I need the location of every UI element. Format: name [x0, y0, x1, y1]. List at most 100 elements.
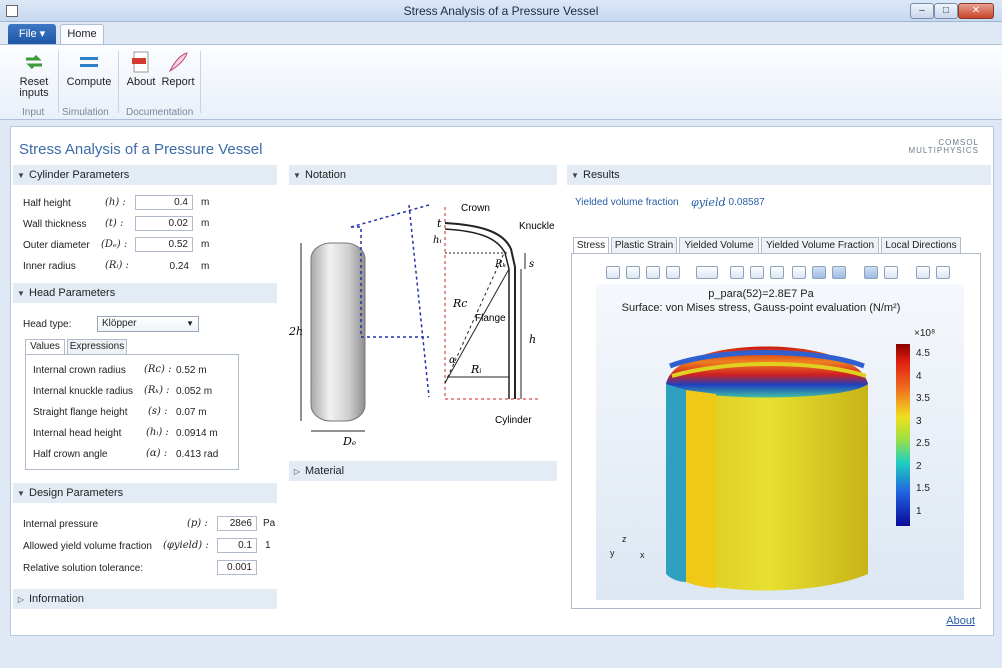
knuckle-radius-label: Internal knuckle radius	[33, 386, 134, 397]
internal-pressure-label: Internal pressure	[23, 519, 99, 530]
tab-stress[interactable]: Stress	[573, 237, 609, 254]
flange-height-label: Straight flange height	[33, 407, 128, 418]
plot-title-line2: Surface: von Mises stress, Gauss-point e…	[621, 302, 901, 314]
tab-values[interactable]: Values	[25, 339, 65, 355]
half-height-input[interactable]: 0.4	[135, 195, 193, 210]
home-tab[interactable]: Home	[60, 24, 104, 44]
tab-plastic-strain[interactable]: Plastic Strain	[611, 237, 677, 254]
results-header-label: Results	[583, 169, 620, 181]
stress-plot-panel: p_para(52)=2.8E7 Pa Surface: von Mises s…	[571, 253, 981, 609]
scene-light-icon[interactable]	[792, 266, 806, 279]
zoom-extents-icon[interactable]	[666, 266, 680, 279]
label-rc: Rc	[452, 297, 467, 310]
material-header-label: Material	[305, 465, 345, 477]
report-button[interactable]: Report	[160, 51, 196, 88]
zoom-in-icon[interactable]	[606, 266, 620, 279]
print-icon[interactable]	[936, 266, 950, 279]
copy-icon[interactable]	[884, 266, 898, 279]
yield-volume-symbol: φyield	[691, 196, 726, 209]
legend-tick: 2	[916, 460, 922, 472]
information-header-label: Information	[29, 593, 85, 605]
collapse-triangle-icon: ▼	[17, 171, 25, 180]
label-t: t	[437, 217, 442, 230]
head-height-label: Internal head height	[33, 428, 122, 439]
yield-volume-label: Yielded volume fraction	[575, 197, 679, 208]
yield-fraction-unit: 1	[265, 540, 271, 551]
results-header[interactable]: ▼ Results	[567, 165, 991, 185]
legend-tick: 4	[916, 370, 922, 382]
internal-pressure-input[interactable]: 28e6	[217, 516, 257, 531]
zoom-box-icon[interactable]	[646, 266, 660, 279]
color-legend: ×10⁸ 4.5 4 3.5 3 2.5 2 1.5 1	[896, 328, 956, 528]
maximize-button[interactable]: □	[934, 3, 958, 19]
wall-thickness-input[interactable]: 0.02	[135, 216, 193, 231]
tab-yielded-volume-fraction[interactable]: Yielded Volume Fraction	[761, 237, 879, 254]
view-zx-icon[interactable]	[770, 266, 784, 279]
zoom-out-icon[interactable]	[626, 266, 640, 279]
internal-pressure-unit: Pa	[263, 518, 276, 529]
tab-yielded-volume[interactable]: Yielded Volume	[679, 237, 759, 254]
dropdown-arrow-icon: ▼	[186, 319, 194, 328]
flange-height-value: 0.07 m	[176, 407, 207, 418]
compute-button[interactable]: Compute	[64, 51, 114, 88]
window-title: Stress Analysis of a Pressure Vessel	[403, 4, 599, 18]
group-input-label: Input	[22, 107, 45, 118]
expand-triangle-icon: ▷	[293, 467, 301, 476]
crown-radius-value: 0.52 m	[176, 365, 207, 376]
legend-tick: 3.5	[916, 393, 930, 404]
pdf-document-icon	[132, 51, 149, 73]
legend-color-bar	[896, 344, 910, 526]
crown-angle-symbol: (α) :	[146, 448, 168, 459]
window-title-bar: Stress Analysis of a Pressure Vessel – □…	[0, 0, 1002, 22]
yield-volume-value: : 0.08587	[723, 197, 765, 208]
about-link[interactable]: About	[946, 615, 975, 627]
head-parameters-header[interactable]: ▼ Head Parameters	[13, 283, 277, 303]
close-button[interactable]: ✕	[958, 3, 994, 19]
reset-inputs-button[interactable]: Reset inputs	[14, 51, 54, 99]
notation-diagram: 2h Dₑ Crown Knuckle Flange Cylinder t hᵢ…	[289, 203, 555, 448]
minimize-button[interactable]: –	[910, 3, 934, 19]
render-wireframe-icon[interactable]	[812, 266, 826, 279]
collapse-triangle-icon: ▼	[293, 171, 301, 180]
axis-triad: z y x	[610, 534, 650, 568]
view-xy-icon[interactable]	[730, 266, 744, 279]
label-h: h	[529, 333, 536, 346]
label-hi: hᵢ	[433, 235, 441, 246]
tab-local-directions[interactable]: Local Directions	[881, 237, 961, 254]
group-simulation-label: Simulation	[62, 107, 109, 118]
inner-radius-symbol: (Rᵢ) :	[105, 260, 129, 271]
wall-thickness-unit: m	[201, 218, 210, 229]
cylinder-parameters-header[interactable]: ▼ Cylinder Parameters	[13, 165, 277, 185]
legend-exponent: ×10⁸	[914, 328, 936, 339]
design-header-label: Design Parameters	[29, 487, 124, 499]
material-header[interactable]: ▷ Material	[289, 461, 557, 481]
collapse-triangle-icon: ▼	[17, 489, 25, 498]
tab-expressions[interactable]: Expressions	[67, 339, 127, 355]
axis-orientation-icon[interactable]	[696, 266, 718, 279]
report-label: Report	[161, 76, 195, 88]
refresh-icon[interactable]	[864, 266, 878, 279]
head-type-value: Klöpper	[102, 318, 137, 329]
view-yz-icon[interactable]	[750, 266, 764, 279]
solution-tolerance-input[interactable]: 0.001	[217, 560, 257, 575]
file-menu-tab[interactable]: File ▾	[8, 24, 56, 44]
ribbon-separator	[58, 51, 59, 113]
about-label: About	[126, 76, 156, 88]
graphics-canvas[interactable]: p_para(52)=2.8E7 Pa Surface: von Mises s…	[596, 284, 964, 600]
app-title: Stress Analysis of a Pressure Vessel	[19, 141, 263, 158]
information-header[interactable]: ▷ Information	[13, 589, 277, 609]
camera-icon[interactable]	[916, 266, 930, 279]
outer-diameter-input[interactable]: 0.52	[135, 237, 193, 252]
label-ri: Rᵢ	[470, 363, 482, 376]
notation-header[interactable]: ▼ Notation	[289, 165, 557, 185]
head-type-select[interactable]: Klöpper ▼	[97, 316, 199, 332]
yield-fraction-input[interactable]: 0.1	[217, 538, 257, 553]
graphics-toolbar	[596, 262, 964, 282]
notation-header-label: Notation	[305, 169, 346, 181]
inner-radius-unit: m	[201, 261, 210, 272]
about-button[interactable]: About	[124, 51, 158, 88]
wall-thickness-symbol: (t) :	[105, 218, 124, 229]
logo-line2: MULTIPHYSICS	[908, 146, 979, 155]
transparency-icon[interactable]	[832, 266, 846, 279]
design-parameters-header[interactable]: ▼ Design Parameters	[13, 483, 277, 503]
